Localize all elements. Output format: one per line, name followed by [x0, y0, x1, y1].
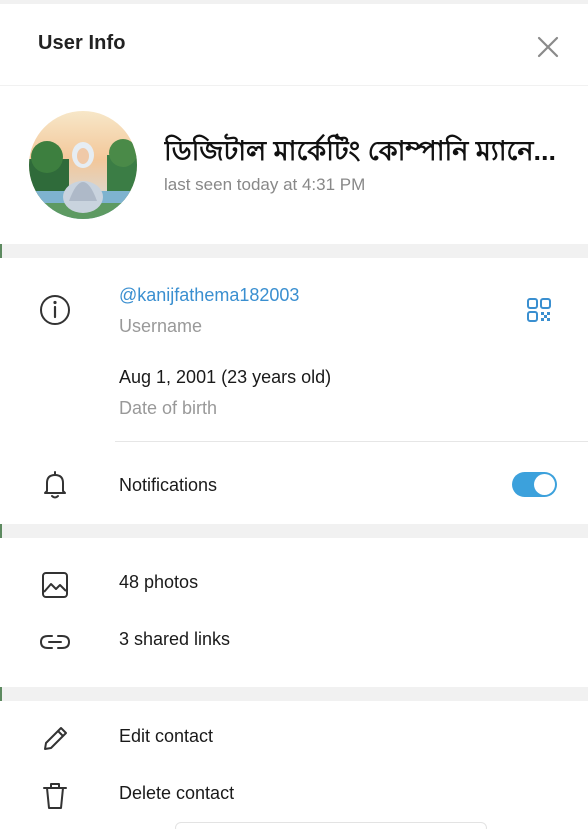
- photos-label: 48 photos: [119, 572, 199, 592]
- edit-contact-label: Edit contact: [119, 726, 214, 746]
- pencil-icon: [44, 727, 67, 750]
- shared-media-section: 48 photos 3 shared links: [0, 538, 588, 687]
- profile-section: ডিজিটাল মার্কেটিং কোম্পানি ম্যানে... las…: [0, 86, 588, 244]
- trash-icon: [43, 783, 67, 809]
- delete-contact-row[interactable]: Delete contact: [0, 770, 588, 818]
- qr-code-icon: [527, 298, 551, 322]
- close-icon: [537, 36, 559, 58]
- username-label: Username: [119, 316, 203, 336]
- birthday-value: Aug 1, 2001 (23 years old): [119, 367, 332, 387]
- photos-row[interactable]: 48 photos: [0, 559, 588, 607]
- notifications-toggle[interactable]: [512, 472, 557, 497]
- shared-links-row[interactable]: 3 shared links: [0, 616, 588, 664]
- link-icon: [39, 635, 71, 649]
- divider: [115, 441, 588, 442]
- notifications-label: Notifications: [119, 475, 218, 495]
- username-value[interactable]: @kanijfathema182003: [119, 285, 299, 306]
- delete-contact-label: Delete contact: [119, 783, 235, 803]
- page-title: User Info: [38, 32, 126, 54]
- shared-links-label: 3 shared links: [119, 629, 231, 649]
- info-icon: [40, 295, 70, 325]
- user-info-header: User Info: [0, 4, 588, 85]
- qr-code-button[interactable]: [526, 297, 552, 323]
- edit-contact-row[interactable]: Edit contact: [0, 713, 588, 761]
- image-icon: [42, 572, 68, 598]
- birthday-label: Date of birth: [119, 398, 218, 418]
- avatar[interactable]: [29, 111, 137, 219]
- close-button[interactable]: [533, 32, 563, 62]
- scroll-indicator: [175, 822, 487, 829]
- contact-actions-section: Edit contact Delete contact: [0, 701, 588, 829]
- bell-icon: [44, 471, 66, 499]
- toggle-knob: [534, 474, 555, 495]
- info-section: @kanijfathema182003 Username Aug 1, 2001…: [0, 258, 588, 524]
- profile-name: ডিজিটাল মার্কেটিং কোম্পানি ম্যানে...: [164, 136, 557, 166]
- last-seen-status: last seen today at 4:31 PM: [164, 175, 366, 194]
